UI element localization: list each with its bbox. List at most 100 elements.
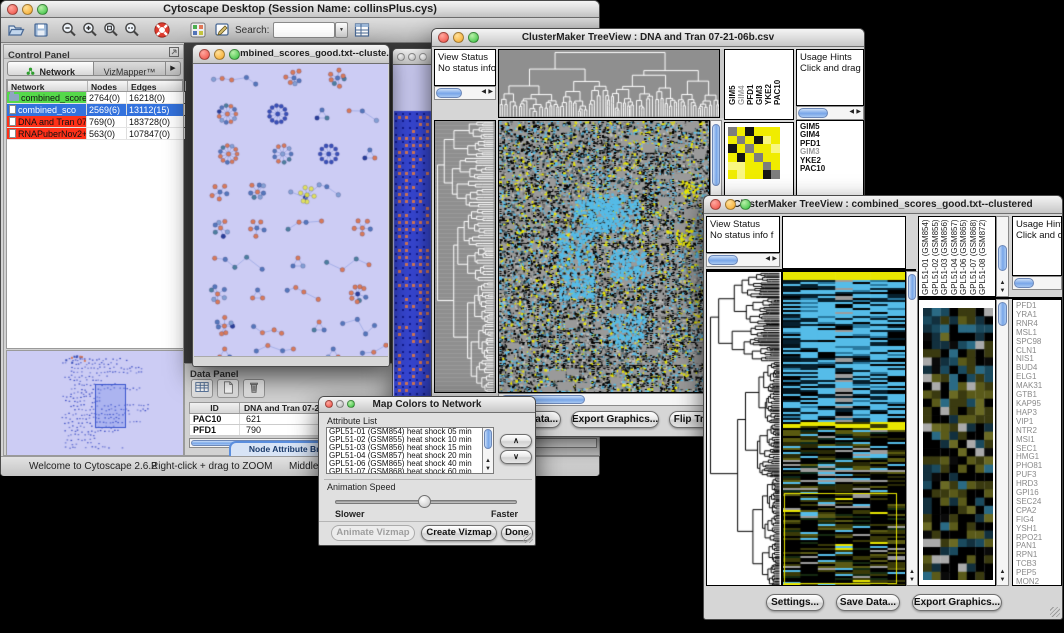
minimize-button[interactable]	[214, 49, 225, 60]
close-button[interactable]	[325, 400, 333, 408]
delete-attribute-trash-icon[interactable]	[243, 379, 265, 398]
col-network[interactable]: Network	[8, 81, 88, 91]
main-titlebar[interactable]: Cytoscape Desktop (Session Name: collins…	[1, 1, 599, 18]
tv1-heatmap[interactable]	[498, 120, 710, 393]
close-button[interactable]	[438, 32, 449, 43]
zoom-fit-icon[interactable]	[123, 21, 141, 39]
tv2-status-hscrollbar[interactable]: ◀▶	[706, 253, 780, 267]
tv2-settings-button[interactable]: Settings...	[766, 594, 824, 611]
tv2-global-vscrollbar[interactable]: ▲▼	[906, 271, 918, 586]
move-down-button[interactable]: ∨	[500, 450, 532, 464]
create-vizmap-button[interactable]: Create Vizmap	[421, 525, 497, 541]
network-table-row[interactable]: combined_sco 2569(6) 13112(15)	[7, 104, 183, 116]
tv1-row-dendrogram[interactable]	[434, 120, 496, 393]
zoom-button[interactable]	[468, 32, 479, 43]
tv2-status-hscroll-thumb[interactable]	[708, 255, 738, 265]
tv2-save-data-button[interactable]: Save Data...	[836, 594, 900, 611]
tv1-vscroll-thumb[interactable]	[712, 124, 720, 186]
tv2-zoom-vscrollbar[interactable]: ▲▼	[996, 299, 1009, 586]
tv2-collabel-vscroll-thumb[interactable]	[998, 245, 1007, 271]
tv2-zoom-vscroll-thumb[interactable]	[998, 302, 1007, 326]
tv1-status-hscrollbar[interactable]: ◀▶	[434, 86, 496, 100]
close-button[interactable]	[199, 49, 210, 60]
overview-grid-icon[interactable]	[189, 21, 207, 39]
attribute-table-icon[interactable]	[353, 21, 371, 39]
attribute-list-vscroll-thumb[interactable]	[484, 429, 492, 449]
tv2-usage-hints-text: Click and drag to	[1013, 230, 1061, 241]
tv1-correlation-matrix[interactable]	[728, 127, 780, 179]
annotation-icon[interactable]	[213, 21, 231, 39]
attribute-select-button[interactable]	[191, 379, 213, 398]
network-overview-canvas[interactable]	[7, 351, 183, 455]
tv2-gene-label[interactable]: MON2	[1016, 578, 1061, 586]
close-button[interactable]	[710, 199, 721, 210]
network-table-row[interactable]: RNAPuberNov2+! 563(0) 107847(0)	[7, 128, 183, 140]
network1-titlebar[interactable]: combined_scores_good.txt--cluste...	[193, 45, 389, 64]
tv2-resize-grip[interactable]	[1050, 607, 1060, 617]
float-panel-icon[interactable]	[169, 47, 179, 57]
tv1-hints-hscroll-thumb[interactable]	[798, 108, 828, 118]
minimize-button[interactable]	[408, 53, 416, 61]
tv2-export-graphics-button[interactable]: Export Graphics...	[912, 594, 1002, 611]
tv2-global-vscroll-thumb[interactable]	[908, 274, 916, 300]
tv1-hints-hscrollbar[interactable]: ◀▶	[796, 106, 864, 120]
zoom-button[interactable]	[229, 49, 240, 60]
attribute-list-vscrollbar[interactable]: ▲▼	[482, 428, 493, 473]
zoom-out-icon[interactable]	[60, 21, 78, 39]
tv2-collabel-vscrollbar[interactable]: ▲▼	[996, 216, 1009, 297]
minimize-button[interactable]	[22, 4, 33, 15]
search-dropdown-button[interactable]: ▼	[335, 22, 348, 38]
save-icon[interactable]	[32, 21, 50, 39]
network-table-row[interactable]: DNA and Tran 07 769(0) 183728(0)	[7, 116, 183, 128]
tv2-column-dendrogram-area[interactable]	[782, 216, 906, 269]
zoom-in-icon[interactable]	[81, 21, 99, 39]
dense-network-canvas[interactable]	[393, 65, 432, 419]
network2-titlebar[interactable]	[393, 49, 432, 65]
data-col-id[interactable]: ID	[190, 403, 240, 413]
tv1-row-label: PAC10	[800, 165, 863, 173]
attribute-list-label: Attribute List	[327, 416, 377, 426]
tv1-status-hscroll-thumb[interactable]	[436, 88, 462, 98]
open-folder-icon[interactable]	[7, 21, 25, 39]
tv2-global-heatmap[interactable]	[782, 271, 906, 586]
network-graph-canvas[interactable]	[194, 64, 388, 356]
dialog-resize-grip[interactable]	[523, 533, 533, 543]
zoom-button[interactable]	[347, 400, 355, 408]
attribute-list-item[interactable]: GPL51-07 (GSM868) heat shock 60 min	[327, 468, 481, 474]
close-button[interactable]	[397, 53, 405, 61]
tv2-zoom-heatmap[interactable]	[918, 299, 996, 586]
tv2-column-label: GPL51-04 (GSM857)	[950, 218, 960, 295]
col-edges[interactable]: Edges	[128, 81, 186, 91]
dialog-titlebar[interactable]: Map Colors to Network	[319, 397, 535, 413]
tab-network[interactable]: Network	[7, 61, 94, 76]
attribute-listbox[interactable]: GPL51-01 (GSM854) heat shock 05 minGPL51…	[326, 427, 494, 474]
tv2-hints-hscrollbar[interactable]	[1012, 276, 1062, 290]
minimize-button[interactable]	[453, 32, 464, 43]
search-input[interactable]	[273, 22, 335, 38]
treeview1-titlebar[interactable]: ClusterMaker TreeView : DNA and Tran 07-…	[432, 29, 864, 47]
tv1-column-dendrogram[interactable]	[498, 49, 720, 118]
move-up-button[interactable]: ∧	[500, 434, 532, 448]
col-nodes[interactable]: Nodes	[88, 81, 128, 91]
tab-vizmapper[interactable]: VizMapper™	[94, 61, 166, 76]
close-button[interactable]	[7, 4, 18, 15]
tv2-row-dendrogram[interactable]	[706, 271, 782, 586]
zoom-button[interactable]	[37, 4, 48, 15]
animate-vizmap-button[interactable]: Animate Vizmap	[331, 525, 415, 541]
tv2-hints-hscroll-thumb[interactable]	[1014, 278, 1034, 288]
minimize-button[interactable]	[725, 199, 736, 210]
animation-slider-thumb[interactable]	[418, 495, 431, 508]
treeview2-titlebar[interactable]: ClusterMaker TreeView : combined_scores_…	[704, 196, 1062, 214]
tab-overflow-button[interactable]: ▶	[166, 61, 181, 76]
minimize-button[interactable]	[336, 400, 344, 408]
network-table-row[interactable]: combined_scores 2764(0) 16218(0)	[7, 92, 183, 104]
new-attribute-button[interactable]	[217, 379, 239, 398]
tv2-usage-hints-title: Usage Hints	[1013, 217, 1061, 230]
tv1-export-graphics-button[interactable]: Export Graphics...	[571, 411, 659, 428]
tv1-view-status-text: No status info f	[435, 63, 495, 74]
zoom-button[interactable]	[419, 53, 427, 61]
network-overview-panel	[6, 350, 184, 456]
help-lifebuoy-icon[interactable]	[153, 21, 171, 39]
zoom-selected-icon[interactable]	[102, 21, 120, 39]
zoom-button[interactable]	[740, 199, 751, 210]
